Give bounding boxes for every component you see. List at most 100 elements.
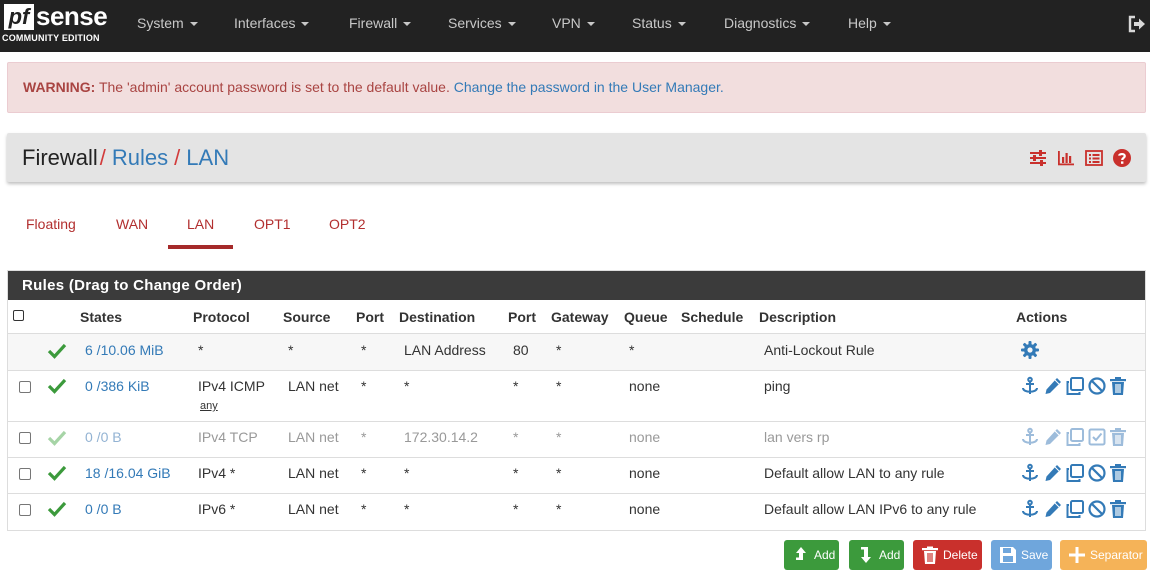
- rule-queue: none: [629, 465, 661, 481]
- rule-select-checkbox[interactable]: [19, 468, 31, 480]
- rule-destination: *: [404, 378, 410, 394]
- anchor-icon[interactable]: [1020, 427, 1040, 447]
- caret-down-icon: [677, 22, 686, 27]
- rule-destination-port: *: [513, 501, 519, 517]
- nav-status[interactable]: Status: [632, 0, 686, 52]
- trash-icon[interactable]: [1108, 463, 1128, 483]
- rule-gateway: *: [556, 429, 562, 445]
- top-navbar: pf sense COMMUNITY EDITION System Interf…: [0, 0, 1150, 52]
- pencil-icon[interactable]: [1043, 463, 1063, 483]
- tab-floating[interactable]: Floating: [26, 216, 76, 232]
- anchor-icon[interactable]: [1020, 463, 1040, 483]
- rule-destination-port: 80: [513, 342, 529, 358]
- rule-protocol: IPv4 TCP: [198, 429, 258, 445]
- nav-help[interactable]: Help: [848, 0, 891, 52]
- rule-destination: *: [404, 465, 410, 481]
- change-password-link[interactable]: Change the password in the User Manager.: [454, 79, 724, 95]
- rule-states-link[interactable]: 0 /0 B: [85, 429, 122, 445]
- logo-mark: pf: [4, 4, 34, 30]
- rule-states-link[interactable]: 18 /16.04 GiB: [85, 465, 171, 481]
- copy-icon[interactable]: [1065, 463, 1085, 483]
- tab-opt1[interactable]: OPT1: [254, 216, 291, 232]
- pfsense-logo[interactable]: pf sense COMMUNITY EDITION: [2, 1, 108, 46]
- caret-down-icon: [403, 22, 412, 27]
- check-icon[interactable]: [47, 464, 67, 482]
- rule-select-checkbox[interactable]: [19, 504, 31, 516]
- add-separator-button[interactable]: Separator: [1060, 540, 1147, 570]
- rule-protocol: IPv4 *: [198, 465, 236, 481]
- trash-icon[interactable]: [1108, 376, 1128, 396]
- nav-diagnostics[interactable]: Diagnostics: [724, 0, 811, 52]
- add-rule-bottom-button[interactable]: Add: [849, 540, 904, 570]
- help-icon[interactable]: [1112, 148, 1132, 168]
- rule-select-checkbox[interactable]: [19, 381, 31, 393]
- pencil-icon[interactable]: [1043, 376, 1063, 396]
- breadcrumb-separator: /: [174, 145, 181, 170]
- col-protocol: Protocol: [193, 309, 250, 325]
- bar-chart-icon[interactable]: [1056, 148, 1076, 168]
- caret-down-icon: [507, 22, 516, 27]
- breadcrumb-lan-link[interactable]: LAN: [186, 145, 229, 170]
- nav-help-label: Help: [848, 15, 877, 31]
- rule-protocol: IPv6 *: [198, 501, 236, 517]
- check-icon: [47, 343, 67, 359]
- rule-protocol: IPv4 ICMP: [198, 378, 265, 394]
- col-source: Source: [283, 309, 331, 325]
- rule-source-port: *: [361, 429, 367, 445]
- rule-states-link[interactable]: 0 /0 B: [85, 501, 122, 517]
- enable-icon[interactable]: [1087, 427, 1107, 447]
- pencil-icon[interactable]: [1043, 499, 1063, 519]
- check-icon[interactable]: [47, 377, 67, 395]
- disable-icon[interactable]: [1087, 376, 1107, 396]
- icmp-type-link[interactable]: any: [200, 400, 218, 412]
- select-all-checkbox[interactable]: [13, 310, 24, 321]
- rule-gateway: *: [556, 378, 562, 394]
- rule-queue: none: [629, 429, 661, 445]
- disable-icon[interactable]: [1087, 499, 1107, 519]
- tab-lan[interactable]: LAN: [187, 216, 214, 232]
- nav-services[interactable]: Services: [448, 0, 516, 52]
- anchor-icon[interactable]: [1020, 376, 1040, 396]
- rule-gateway: *: [556, 465, 562, 481]
- sign-out-icon[interactable]: [1127, 14, 1147, 34]
- nav-interfaces[interactable]: Interfaces: [234, 0, 310, 52]
- copy-icon[interactable]: [1065, 499, 1085, 519]
- col-states: States: [80, 309, 123, 325]
- rule-description: lan vers rp: [764, 429, 830, 445]
- delete-button[interactable]: Delete: [913, 540, 982, 570]
- nav-firewall[interactable]: Firewall: [349, 0, 412, 52]
- breadcrumb-rules-link[interactable]: Rules: [112, 145, 168, 170]
- add-rule-top-button[interactable]: Add: [784, 540, 839, 570]
- trash-icon[interactable]: [1108, 427, 1128, 447]
- rule-select-checkbox[interactable]: [19, 432, 31, 444]
- pencil-icon[interactable]: [1043, 427, 1063, 447]
- col-gateway: Gateway: [551, 309, 609, 325]
- disable-icon[interactable]: [1087, 463, 1107, 483]
- rule-queue: none: [629, 378, 661, 394]
- rule-description: Default allow LAN IPv6 to any rule: [764, 501, 977, 517]
- tab-opt2[interactable]: OPT2: [329, 216, 366, 232]
- rule-source-port: *: [361, 465, 367, 481]
- copy-icon[interactable]: [1065, 376, 1085, 396]
- sliders-icon[interactable]: [1028, 148, 1048, 168]
- logo-word: sense: [36, 1, 108, 31]
- trash-icon[interactable]: [1108, 499, 1128, 519]
- caret-down-icon: [882, 22, 891, 27]
- rule-states-link[interactable]: 0 /386 KiB: [85, 378, 150, 394]
- save-icon: [1000, 547, 1016, 563]
- nav-system[interactable]: System: [137, 0, 198, 52]
- list-icon[interactable]: [1084, 148, 1104, 168]
- save-button[interactable]: Save: [991, 540, 1052, 570]
- rule-source-port: *: [361, 501, 367, 517]
- trash-icon: [922, 546, 938, 564]
- check-icon[interactable]: [47, 500, 67, 518]
- copy-icon[interactable]: [1065, 427, 1085, 447]
- tab-wan[interactable]: WAN: [116, 216, 148, 232]
- panel-title: Rules (Drag to Change Order): [22, 277, 243, 294]
- anchor-icon[interactable]: [1020, 499, 1040, 519]
- nav-vpn[interactable]: VPN: [552, 0, 595, 52]
- gear-icon[interactable]: [1020, 340, 1040, 360]
- rule-source-port: *: [361, 378, 367, 394]
- rule-states-link[interactable]: 6 /10.06 MiB: [85, 342, 164, 358]
- check-icon[interactable]: [47, 429, 67, 447]
